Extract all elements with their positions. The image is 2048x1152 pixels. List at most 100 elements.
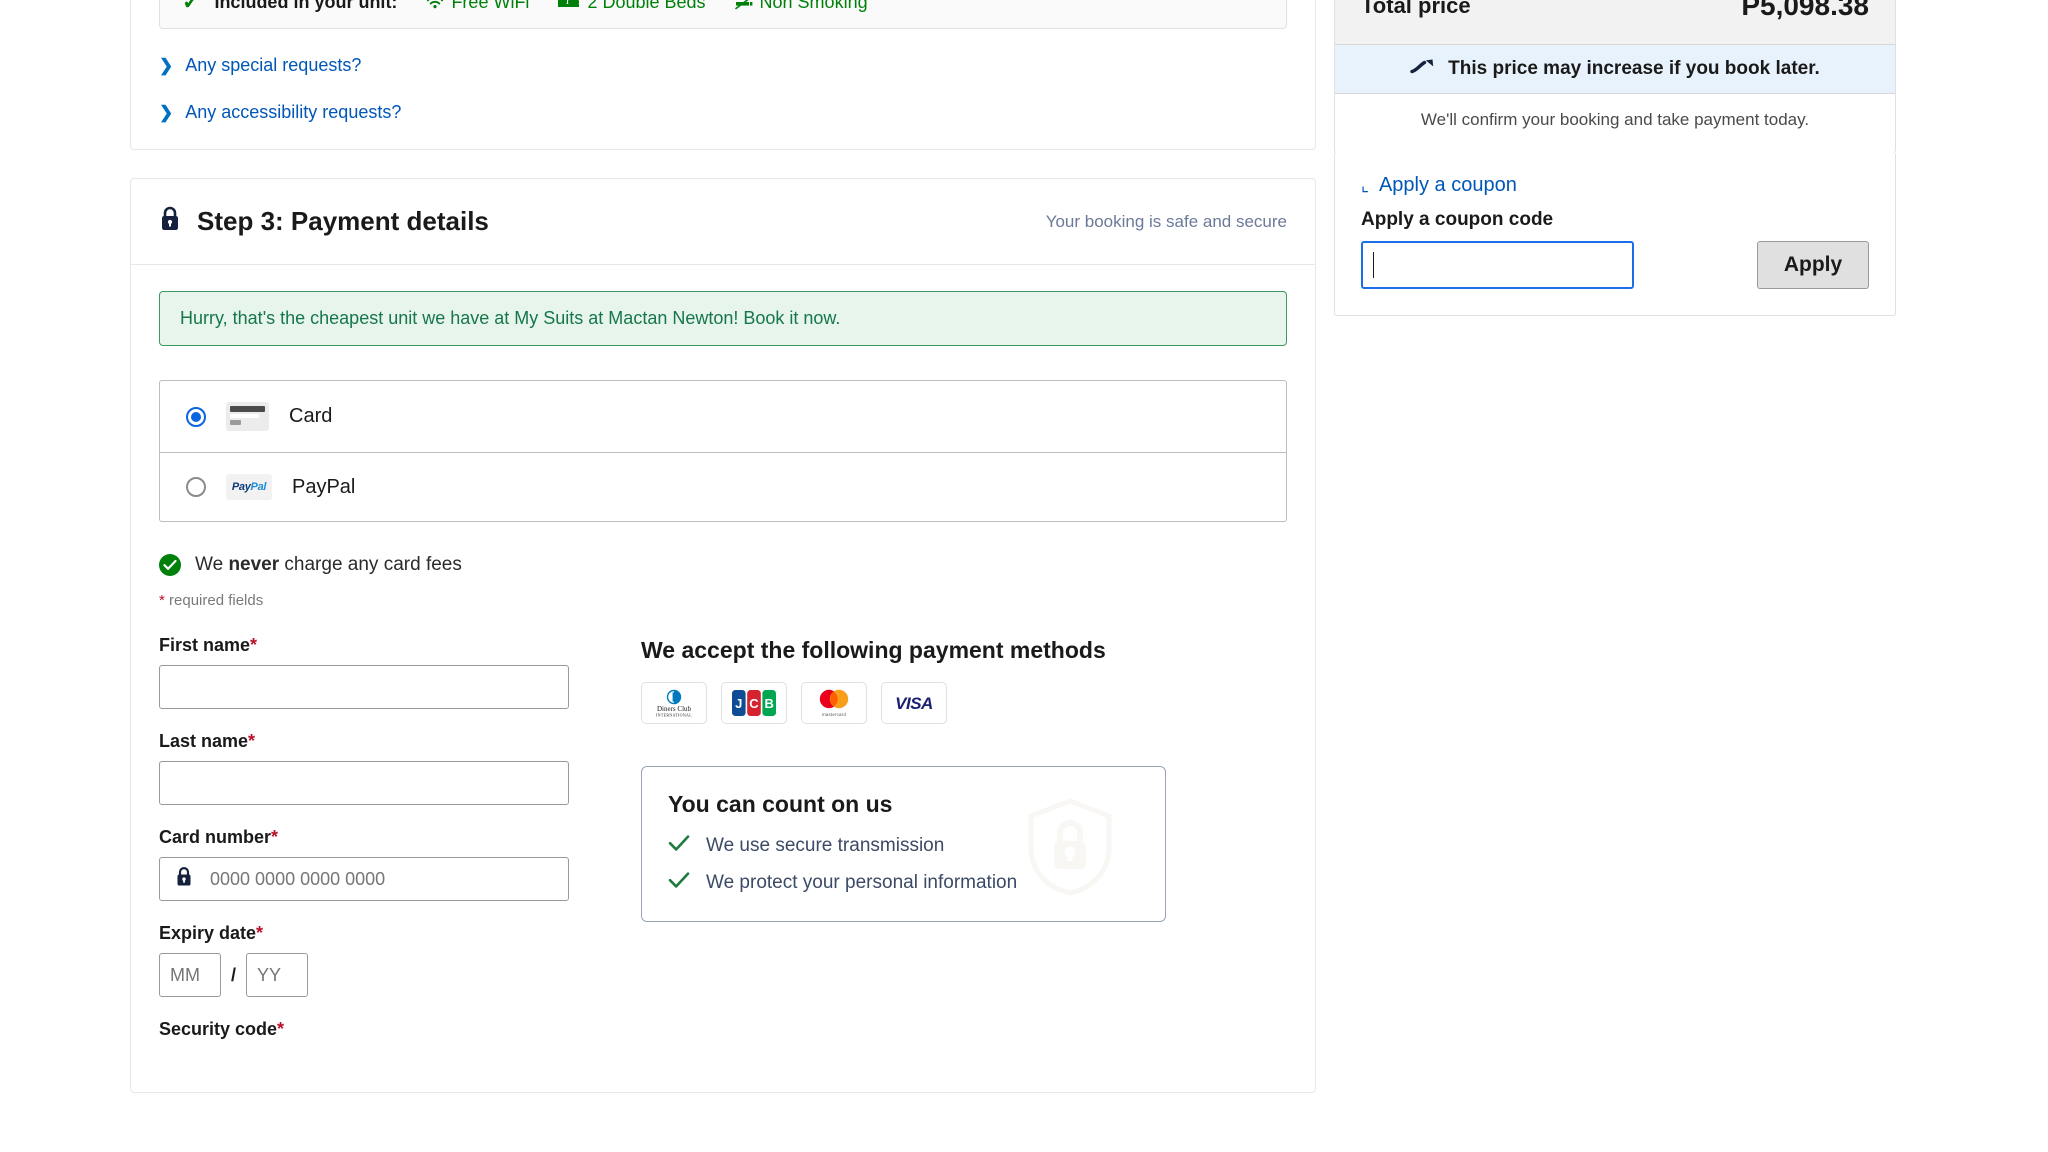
coupon-input-row: Apply [1361,241,1869,289]
required-star: * [271,827,279,847]
svg-text:mastercard: mastercard [822,712,846,717]
lock-icon [159,205,181,238]
security-code-label: Security code* [159,1019,285,1039]
svg-text:J: J [735,696,742,711]
coupon-card: ⌞ Apply a coupon Apply a coupon code App… [1334,152,1896,316]
diners-club-logo: Diners Club INTERNATIONAL [641,682,707,724]
coupon-code-input[interactable] [1361,241,1634,289]
payment-method-paypal-row[interactable]: Pay Pal PayPal [160,452,1286,521]
payment-info-column: We accept the following payment methods … [641,635,1166,1062]
step3-payment-card: Step 3: Payment details Your booking is … [130,178,1316,1093]
coupon-code-label: Apply a coupon code [1361,209,1554,230]
payment-method-card-row[interactable]: Card [160,381,1286,452]
check-icon [668,871,690,895]
radio-paypal[interactable] [186,477,206,497]
svg-text:C: C [749,696,759,711]
main-column: Deluxe Condo, 1 Bedroom, Ocean View, Sea… [130,0,1316,1093]
room-summary-card: Deluxe Condo, 1 Bedroom, Ocean View, Sea… [130,0,1316,150]
confirm-payment-note: We'll confirm your booking and take paym… [1420,110,1810,129]
chevron-right-icon: ❯ [159,55,174,75]
enter-arrow-icon: ⌞ [1361,175,1369,195]
payment-form-fields: First name* Last name* Card number* 0000… [159,635,569,1062]
coupon-section: ⌞ Apply a coupon Apply a coupon code App… [1335,152,1895,315]
bed-icon [557,0,581,10]
total-price-row: Total price P5,098.38 [1361,0,1869,44]
expiry-date-label: Expiry date* [159,923,264,943]
field-first-name: First name* [159,635,569,709]
included-label: Included in your unit: [214,0,398,12]
special-requests-link[interactable]: ❯ Any special requests? [159,55,1315,76]
amenity-non-smoking: Non Smoking [734,0,868,13]
required-star: * [277,1019,285,1039]
step3-body: Hurry, that's the cheapest unit we have … [131,265,1315,1092]
expiry-inputs: / [159,953,569,997]
field-last-name: Last name* [159,731,569,805]
text-caret [1373,252,1374,278]
price-summary-sidebar: Includes special offer 20% off Total pri… [1334,0,1896,316]
visa-logo: VISA [881,682,947,724]
no-smoking-icon [734,0,754,10]
coupon-link-label: Apply a coupon [1378,174,1517,196]
accessibility-requests-link[interactable]: ❯ Any accessibility requests? [159,102,1315,123]
amenity-label: 2 Double Beds [587,0,706,12]
count-on-us-box: You can count on us We use secure transm… [641,766,1166,922]
field-security-code: Security code* [159,1019,569,1040]
accepted-methods-title: We accept the following payment methods [641,637,1106,663]
apply-coupon-button[interactable]: Apply [1757,241,1869,289]
coupon-input-wrap [1361,241,1749,289]
check-circle-icon [159,554,181,576]
required-star: * [250,635,258,655]
svg-text:B: B [765,696,774,711]
chevron-right-icon: ❯ [159,102,174,122]
price-increase-text: This price may increase if you book late… [1448,58,1820,79]
card-number-input[interactable] [159,857,569,901]
jcb-logo: J C B [721,682,787,724]
count-on-us-title: You can count on us [668,791,893,817]
price-block: Includes special offer 20% off Total pri… [1335,0,1895,44]
expiry-month-input[interactable] [159,953,221,997]
total-price-value: P5,098.38 [1741,0,1869,21]
link-label: Any special requests? [185,55,362,75]
hurry-banner: Hurry, that's the cheapest unit we have … [159,291,1287,346]
step3-header: Step 3: Payment details Your booking is … [131,179,1315,265]
price-increase-notice: This price may increase if you book late… [1335,44,1895,94]
link-label: Any accessibility requests? [185,102,402,122]
first-name-input[interactable] [159,665,569,709]
accepted-methods-logos: Diners Club INTERNATIONAL J C B masterca… [641,682,1166,724]
wifi-icon [425,0,445,10]
trend-up-icon [1410,57,1436,81]
amenity-label: Non Smoking [759,0,868,12]
payment-form-grid: First name* Last name* Card number* 0000… [159,635,1287,1062]
credit-card-icon [226,402,269,431]
expiry-separator: / [231,964,237,985]
field-card-number: Card number* [159,827,569,901]
card-number-label: Card number* [159,827,279,847]
included-in-unit-box: ✓ Included in your unit: Free WiFi 2 Dou… [159,0,1287,29]
amenity-label: Free WiFi [451,0,530,12]
required-star: * [256,923,264,943]
check-icon: ✓ [182,0,201,14]
paypal-icon: Pay Pal [226,474,272,500]
required-note-text: required fields [164,592,264,609]
last-name-input[interactable] [159,761,569,805]
radio-card[interactable] [186,406,206,427]
step3-title: Step 3: Payment details [197,206,489,236]
count-on-us-item-label: We use secure transmission [706,835,945,856]
check-icon [668,834,690,858]
count-on-us-item: We protect your personal information [668,871,1139,895]
svg-text:VISA: VISA [895,694,933,713]
expiry-year-input[interactable] [246,953,309,997]
no-card-fees-note: We never charge any card fees [159,554,1287,576]
svg-text:INTERNATIONAL: INTERNATIONAL [656,713,692,718]
required-star: * [248,731,256,751]
required-fields-note: * required fields [159,592,1287,609]
first-name-label: First name* [159,635,258,655]
price-summary-card: Includes special offer 20% off Total pri… [1334,0,1896,153]
count-on-us-item: We use secure transmission [668,834,1139,858]
payment-method-label: Card [289,405,333,427]
amenity-free-wifi: Free WiFi [425,0,529,13]
card-number-input-wrap [159,857,569,901]
no-fees-text: We never charge any card fees [195,554,462,575]
count-on-us-item-label: We protect your personal information [706,872,1018,893]
apply-a-coupon-link[interactable]: ⌞ Apply a coupon [1361,174,1869,197]
